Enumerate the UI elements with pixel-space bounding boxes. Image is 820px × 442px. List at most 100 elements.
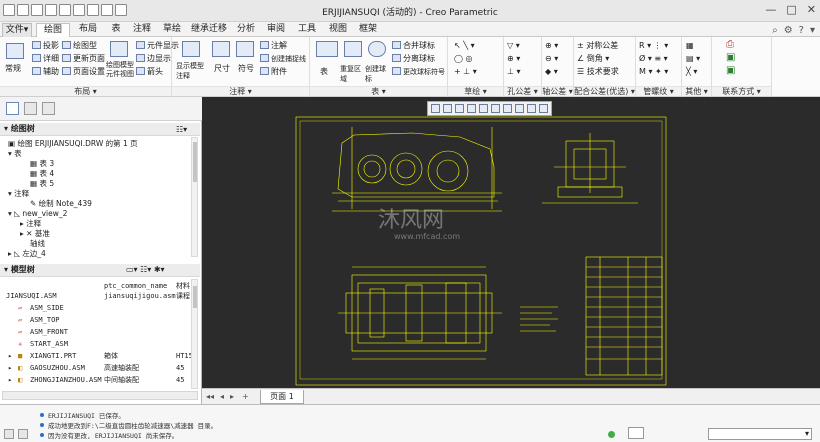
group-label-other[interactable]: 其他 ▾ [682,86,711,96]
symbol-icon[interactable] [236,41,254,57]
draw-tree-settings-icon[interactable]: ☷▾ [176,125,187,135]
tree-tables[interactable]: ▾ 表 [8,149,22,159]
column-header-common-name[interactable]: ptc_common_name [104,281,167,291]
group-label-fit-tolerance[interactable]: 配合公差(优选) ▾ [574,86,635,96]
technical-requirements-button[interactable]: ☰ 技术要求 [577,67,619,77]
tab-tools[interactable]: 工具 [292,23,322,37]
attachment-button[interactable]: 附件 [260,67,287,77]
dimension-icon[interactable] [212,41,230,57]
sheet-tab-1[interactable]: 页面 1 [260,390,304,404]
model-row-part[interactable]: ▸ ■ XIANGTI.PRT 箱体 HT15 [0,351,193,362]
tree-datum[interactable]: ▸ ✕ 基准 [20,229,50,239]
group-label-annotation[interactable]: 注释 ▾ [172,86,309,96]
model-tree-scroll-thumb[interactable] [193,286,197,308]
browser-toggle-icon[interactable] [18,429,28,439]
pattern-icon[interactable]: ▤ ▾ [686,54,700,64]
prev-sheet-icon[interactable]: ◂ [220,392,224,401]
model-row-intermediate-shaft[interactable]: ▸ ◧ ZHONGJIANZHOU.ASM 中间轴装配 45 [0,375,192,386]
general-view-button[interactable]: 常规 [5,64,21,74]
search-icon[interactable]: ⌕ [772,25,778,36]
axis-display-icon[interactable] [515,104,524,113]
model-row-assembly[interactable]: JIANSUQI.ASM jiansuqijigou.asm 课程 [0,291,192,302]
tree-view-notes[interactable]: ▸ 注释 [20,219,41,229]
next-sheet-icon[interactable]: ▸ [230,392,234,401]
graphics-area[interactable]: 沐风网 www.mfcad.com [202,97,820,388]
group-label-table[interactable]: 表 ▾ [310,86,447,96]
hole-tol-3[interactable]: ⊥ ▾ [507,67,521,77]
tab-file[interactable]: 文件▾ [2,23,32,37]
hole-tol-1[interactable]: ▽ ▾ [507,41,520,51]
window-layout-icon[interactable] [4,429,14,439]
arrow-button[interactable]: 箭头 [136,67,163,77]
tab-review[interactable]: 审阅 [262,23,290,37]
model-row-asm-side[interactable]: ▱ ASM_SIDE [0,303,192,314]
repeat-region-icon[interactable] [344,41,362,57]
thread-m-button[interactable]: M ▾ ✦ ▾ [639,67,668,77]
image-icon[interactable]: ▣ [726,66,735,76]
symmetric-tolerance-button[interactable]: ± 对称公差 [577,41,618,51]
select-tool[interactable]: ↖ ╲ ▾ [454,41,475,51]
create-balloon-icon[interactable] [368,41,386,57]
drawing-model-label-b[interactable]: 元件视图 [106,69,134,79]
chamfer-button[interactable]: ∠ 倒角 ▾ [577,54,609,64]
column-header-material[interactable]: 材料 [176,281,190,291]
tab-drawing[interactable]: 绘图 [36,23,70,37]
model-row-start-asm[interactable]: ✳ START_ASM [0,339,192,350]
edge-display-button[interactable]: 边显示 [136,54,171,64]
zoom-out-icon[interactable] [455,104,464,113]
csys-display-icon[interactable] [539,104,548,113]
display-style-icon[interactable] [479,104,488,113]
tab-table[interactable]: 表 [106,23,126,37]
hatch-icon[interactable]: ▦ [686,41,694,51]
model-tree-tab-icon[interactable] [6,102,19,115]
shaft-tol-1[interactable]: ⊕ ▾ [545,41,558,51]
first-sheet-icon[interactable]: ◂◂ [206,392,214,401]
shaft-tol-3[interactable]: ◆ ▾ [545,67,558,77]
page-setup-button[interactable]: 页面设置 [62,67,105,77]
expand-icon[interactable]: ▸ [8,363,12,374]
tree-view[interactable]: ▾ ◺ new_view_2 [8,209,67,219]
auxiliary-button[interactable]: 辅助 [32,67,59,77]
show-model-annotations-icon[interactable] [182,41,200,57]
group-label-layout[interactable]: 布局 ▾ [0,86,171,96]
change-balloon-symbol-button[interactable]: 更改球标符号 [392,67,445,77]
hole-tol-2[interactable]: ⊕ ▾ [507,54,520,64]
datum-display-icon[interactable] [491,104,500,113]
symbol-button[interactable]: 符号 [238,64,254,74]
drawing-type-button[interactable]: 绘图型 [62,41,97,51]
tab-legacy-migration[interactable]: 继承迁移 [188,23,230,37]
model-tree-header[interactable]: ▾ 模型树 [0,264,200,277]
tab-sketch[interactable]: 草绘 [158,23,186,37]
tree-note[interactable]: ✎ 绘制 Note_439 [30,199,92,209]
note-button[interactable]: 注解 [260,41,287,51]
group-label-contact[interactable]: 联系方式 ▾ [712,86,771,96]
draw-tree-scrollbar[interactable] [191,137,198,257]
excel-icon[interactable]: ▣ [726,53,735,63]
chevron-down-icon[interactable]: ▾ [810,25,815,36]
tree-table-5[interactable]: ▦ 表 5 [30,179,54,189]
cross-icon[interactable]: ╳ ▾ [686,67,697,77]
tab-analysis[interactable]: 分析 [232,23,260,37]
settings-icon[interactable]: ⚙ [784,25,793,36]
tree-annotations[interactable]: ▾ 注释 [8,189,29,199]
minimize-icon[interactable]: — [765,3,776,16]
model-row-high-speed-shaft[interactable]: ▸ ◧ GAOSUZHOU.ASM 高速轴装配 45 [0,363,192,374]
add-sheet-icon[interactable]: + [242,392,249,401]
merge-balloons-button[interactable]: 合并球标 [392,41,435,51]
circle-tool[interactable]: ◯ ◎ [454,54,472,64]
shaft-tol-2[interactable]: ⊖ ▾ [545,54,558,64]
model-row-asm-front[interactable]: ▱ ASM_FRONT [0,327,192,338]
update-sheet-button[interactable]: 更新页面 [62,54,105,64]
create-balloon-button[interactable]: 创建球标 [365,64,389,84]
show-model-annotations-button[interactable]: 显示模型注释 [176,61,208,81]
close-icon[interactable]: ✕ [807,3,816,16]
group-label-shaft-tolerance[interactable]: 轴公差 ▾ [542,86,573,96]
pdf-icon[interactable]: ⎙ [726,40,734,50]
help-icon[interactable]: ? [799,25,804,36]
maximize-icon[interactable]: □ [786,3,796,16]
dimension-button[interactable]: 尺寸 [214,64,230,74]
line-tool[interactable]: + ⊥ ▾ [454,67,477,77]
table-button[interactable]: 表 [320,67,328,77]
tree-table-4[interactable]: ▦ 表 4 [30,169,54,179]
smart-filter-icon[interactable] [628,427,644,439]
